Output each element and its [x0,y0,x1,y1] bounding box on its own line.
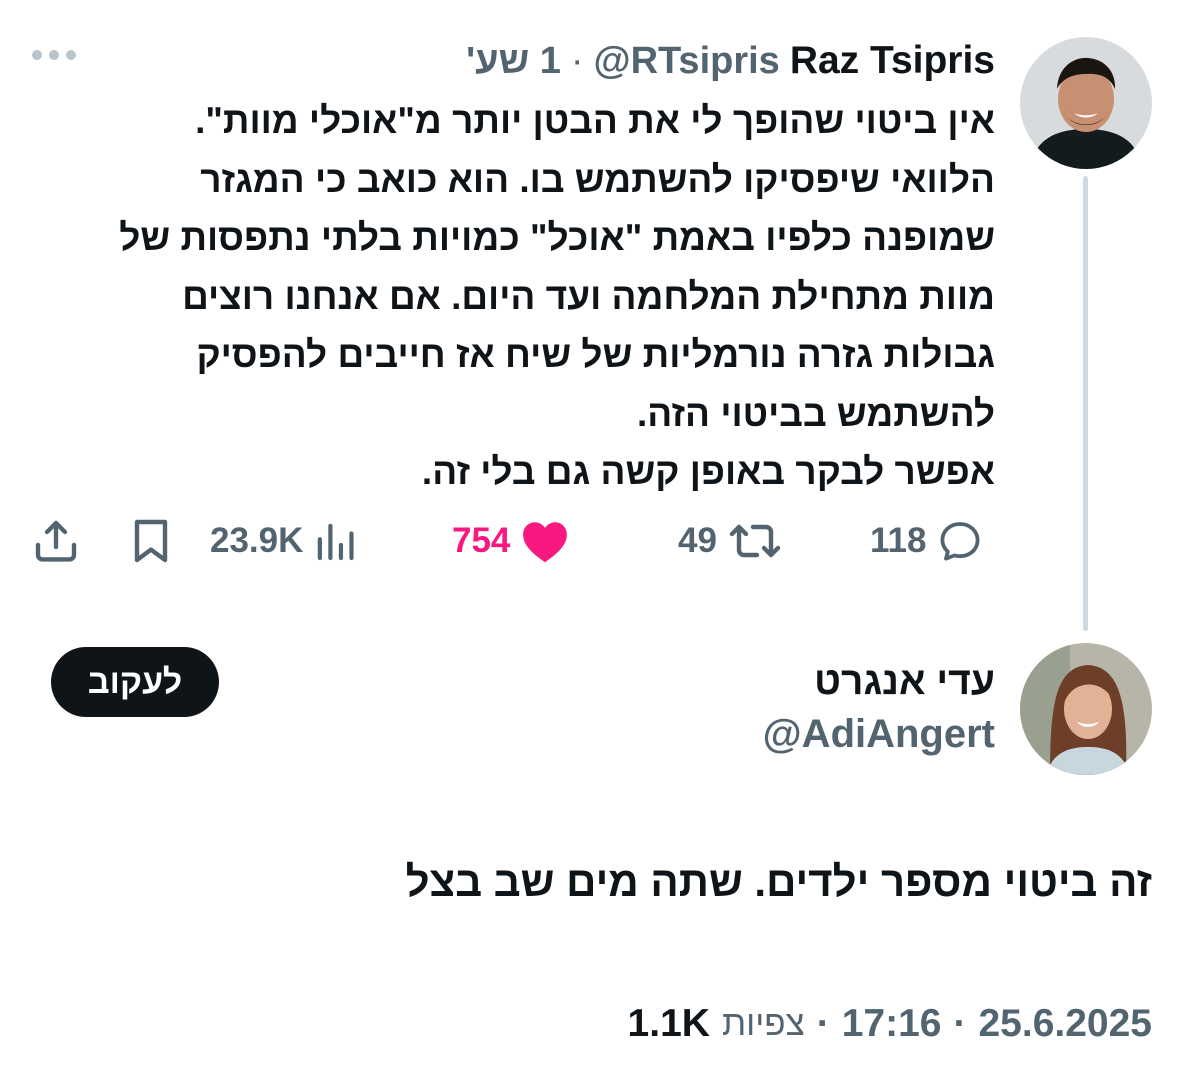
repost-icon[interactable] [727,517,783,565]
share-icon[interactable] [32,517,80,565]
author-name[interactable]: Raz Tsipris [790,39,995,83]
tweet-text-line: להשתמש בביטוי הזה. [636,392,995,434]
tweet-text-line: הלוואי שיפסיקו להשתמש בו. הוא כואב כי המ… [200,158,995,200]
bookmark-icon[interactable] [130,517,172,565]
tweet-text-line: אין ביטוי שהופך לי את הבטן יותר מ"אוכלי … [195,100,995,141]
more-dots-icon[interactable] [32,47,78,63]
thread-connector-line [1083,176,1088,631]
tweet-text-line: מוות מתחילת המלחמה ועד היום. אם אנחנו רו… [182,275,995,317]
repost-action[interactable]: 49 [678,512,783,570]
views-bars-icon[interactable] [313,518,357,564]
meta-separator: · [953,1002,967,1045]
views-count: 23.9K [210,521,304,560]
reply-bubble-icon[interactable] [936,517,984,565]
views-action[interactable]: 23.9K [210,512,357,570]
reply-text: זה ביטוי מספר ילדים. שתה מים שב בצל [405,858,1152,905]
meta-separator: · [816,1002,830,1045]
reply-views-count: 1.1K [627,1002,710,1045]
tweet-date[interactable]: 25.6.2025 [978,1002,1152,1046]
share-action[interactable] [32,512,80,570]
tweet-text: אין ביטוי שהופך לי את הבטן יותר מ"אוכלי … [15,92,995,502]
avatar-raz-tsipris[interactable] [1020,37,1152,169]
tweet-text-line: אפשר לבקר באופן קשה גם בלי זה. [421,451,995,492]
tweet-meta-line: 25.6.2025 · 17:16 · צפיות 1.1K [628,1000,1152,1048]
follow-button[interactable]: לעקוב [51,647,219,717]
bookmark-action[interactable] [130,512,172,570]
like-action[interactable]: 754 [452,512,570,570]
reply-author-handle[interactable]: @AdiAngert [763,712,995,757]
reply-author-name[interactable]: עדי אנגרט [814,660,995,704]
tweet-text-line: גבולות גזרה נורמליות של שיח אז חייבים לה… [196,334,995,375]
tweet-text-line: שמופנה כלפיו באמת "אוכל" כמויות בלתי נתפ… [119,217,995,258]
tweet-time[interactable]: 17:16 [842,1002,942,1046]
avatar-adi-angert[interactable] [1020,643,1152,775]
like-count: 754 [452,521,511,560]
tweet-header: Raz Tsipris @RTsipris · 1 שע' [466,36,995,86]
heart-icon[interactable] [520,517,570,565]
tweet-time-ago[interactable]: 1 שע' [466,40,561,83]
header-separator: · [570,39,584,82]
repost-count: 49 [678,521,717,560]
reply-action[interactable]: 118 [870,512,984,570]
views-label: צפיות [721,1004,805,1043]
author-handle[interactable]: @RTsipris [594,40,780,83]
reply-count: 118 [870,521,927,560]
